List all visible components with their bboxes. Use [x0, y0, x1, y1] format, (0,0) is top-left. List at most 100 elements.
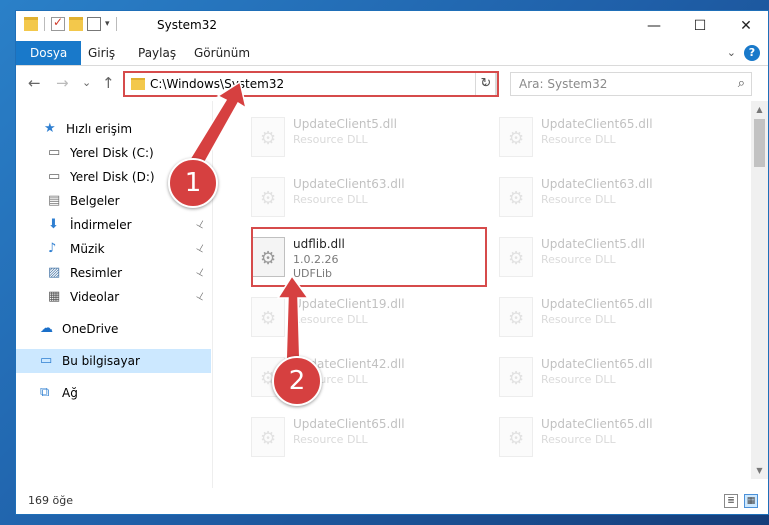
scroll-thumb[interactable] [754, 119, 765, 167]
sidebar-item-label: Belgeler [70, 194, 120, 208]
tab-giris[interactable]: Giriş [88, 41, 115, 65]
file-name: UpdateClient63.dll [293, 177, 405, 191]
vertical-scrollbar[interactable]: ▲ ▼ [751, 101, 768, 479]
sidebar-item-label: Videolar [70, 290, 120, 304]
videos-icon: ▦ [48, 289, 61, 304]
ribbon-expand-icon[interactable]: ⌄ [727, 46, 736, 59]
cloud-icon: ☁ [40, 321, 53, 336]
recent-locations-button[interactable]: ⌄ [82, 76, 91, 89]
dll-file-icon [499, 117, 533, 157]
scroll-down-icon[interactable]: ▼ [751, 462, 768, 479]
documents-icon: ▤ [48, 193, 61, 208]
network-icon: ⧉ [40, 385, 50, 400]
status-bar: 169 öğe ≣ ▦ [16, 488, 768, 514]
details-view-icon[interactable]: ≣ [724, 494, 738, 508]
file-description: Resource DLL [293, 193, 368, 206]
file-tile[interactable]: UpdateClient63.dll Resource DLL [491, 173, 721, 225]
drive-icon: ▭ [48, 145, 61, 160]
sidebar-item-label: İndirmeler [70, 218, 132, 232]
tab-paylas[interactable]: Paylaş [138, 41, 176, 65]
download-icon: ⬇ [48, 217, 59, 232]
maximize-button[interactable]: ☐ [677, 11, 723, 41]
sidebar-item-label: Hızlı erişim [66, 122, 133, 136]
sidebar-item[interactable]: ♪ Müzik ⊥ [16, 237, 211, 261]
file-tile[interactable]: UpdateClient5.dll Resource DLL [243, 113, 473, 165]
pin-icon[interactable]: ⊥ [191, 260, 211, 285]
dll-file-icon [251, 297, 285, 337]
sidebar-item-label: Bu bilgisayar [62, 354, 140, 368]
file-tile[interactable]: UpdateClient65.dll Resource DLL [491, 413, 721, 465]
tab-gorunum[interactable]: Görünüm [194, 41, 250, 65]
sidebar-item[interactable]: ☁ OneDrive [16, 317, 211, 341]
sidebar-item[interactable]: ⧉ Ağ [16, 381, 211, 405]
file-tile[interactable]: UpdateClient65.dll Resource DLL [491, 293, 721, 345]
new-folder-icon[interactable] [69, 17, 83, 31]
search-box[interactable]: Ara: System32 ⌕ [510, 72, 752, 96]
sidebar-item-label: Müzik [70, 242, 105, 256]
star-icon: ★ [44, 121, 56, 136]
navigation-bar: ← → ⌄ ↑ C:\Windows\System32 ⌄ ↻ Ara: Sys… [16, 66, 768, 100]
up-button[interactable]: ↑ [102, 74, 115, 92]
file-tile[interactable]: UpdateClient63.dll Resource DLL [243, 173, 473, 225]
window-title: System32 [157, 18, 218, 32]
file-tile[interactable]: UpdateClient5.dll Resource DLL [491, 233, 721, 285]
folder-icon [24, 17, 38, 31]
sidebar-item-label: Resimler [70, 266, 123, 280]
divider [115, 17, 117, 31]
callout-badge-2: 2 [272, 356, 322, 406]
file-description: Resource DLL [541, 253, 616, 266]
pin-icon[interactable]: ⊥ [191, 284, 211, 309]
file-tile[interactable]: UpdateClient65.dll Resource DLL [491, 353, 721, 405]
dll-file-icon [251, 177, 285, 217]
sidebar-item-label: Yerel Disk (C:) [70, 146, 154, 160]
file-description: Resource DLL [541, 433, 616, 446]
sidebar-item[interactable]: ▨ Resimler ⊥ [16, 261, 211, 285]
minimize-button[interactable]: — [631, 11, 677, 41]
file-name: UpdateClient65.dll [293, 417, 405, 431]
tiles-view-icon[interactable]: ▦ [744, 494, 758, 508]
sidebar-item[interactable]: ▦ Videolar ⊥ [16, 285, 211, 309]
close-button[interactable]: ✕ [723, 11, 768, 41]
search-icon[interactable]: ⌕ [738, 76, 745, 91]
file-tile[interactable]: UpdateClient65.dll Resource DLL [491, 113, 721, 165]
ribbon-tabs: Dosya Giriş Paylaş Görünüm ⌄ ? [16, 41, 768, 66]
forward-button[interactable]: → [56, 74, 69, 92]
file-highlight-box [251, 227, 487, 287]
pane-divider [212, 101, 213, 491]
rename-icon[interactable] [87, 17, 101, 31]
dll-file-icon [499, 417, 533, 457]
file-description: Resource DLL [541, 373, 616, 386]
file-name: UpdateClient65.dll [541, 357, 653, 371]
customize-dropdown-icon[interactable]: ▾ [105, 19, 110, 29]
music-icon: ♪ [48, 241, 57, 256]
sidebar-item-label: OneDrive [62, 322, 119, 336]
search-placeholder[interactable]: Ara: System32 [519, 77, 607, 91]
dll-file-icon [251, 417, 285, 457]
sidebar-item[interactable]: ▭ Bu bilgisayar [16, 349, 211, 373]
back-button[interactable]: ← [28, 74, 41, 92]
file-tile[interactable]: UpdateClient19.dll Resource DLL [243, 293, 473, 345]
file-description: Resource DLL [293, 133, 368, 146]
file-list: UpdateClient5.dllResource DLL UpdateClien… [221, 101, 746, 481]
dll-file-icon [499, 237, 533, 277]
pictures-icon: ▨ [48, 265, 61, 280]
file-name: UpdateClient65.dll [541, 297, 653, 311]
file-name: UpdateClient65.dll [541, 117, 653, 131]
quick-access-toolbar: ▾ [24, 15, 119, 31]
pin-icon[interactable]: ⊥ [191, 236, 211, 261]
dll-file-icon [499, 357, 533, 397]
file-description: Resource DLL [293, 433, 368, 446]
file-tile[interactable]: UpdateClient65.dll Resource DLL [243, 413, 473, 465]
sidebar-item[interactable]: ★ Hızlı erişim [16, 117, 211, 141]
pin-icon[interactable]: ⊥ [191, 212, 211, 237]
sidebar-item[interactable]: ⬇ İndirmeler ⊥ [16, 213, 211, 237]
tab-dosya[interactable]: Dosya [16, 41, 82, 65]
sidebar-item-label: Ağ [62, 386, 78, 400]
scroll-up-icon[interactable]: ▲ [751, 101, 768, 118]
properties-check-icon[interactable] [51, 15, 65, 31]
drive-icon: ▭ [48, 169, 61, 184]
computer-icon: ▭ [40, 353, 53, 368]
sidebar-item-label: Yerel Disk (D:) [70, 170, 155, 184]
navigation-pane: ★ Hızlı erişim ▭ Yerel Disk (C:) ▭ Yerel Disk… [16, 101, 211, 481]
help-icon[interactable]: ? [744, 45, 760, 61]
